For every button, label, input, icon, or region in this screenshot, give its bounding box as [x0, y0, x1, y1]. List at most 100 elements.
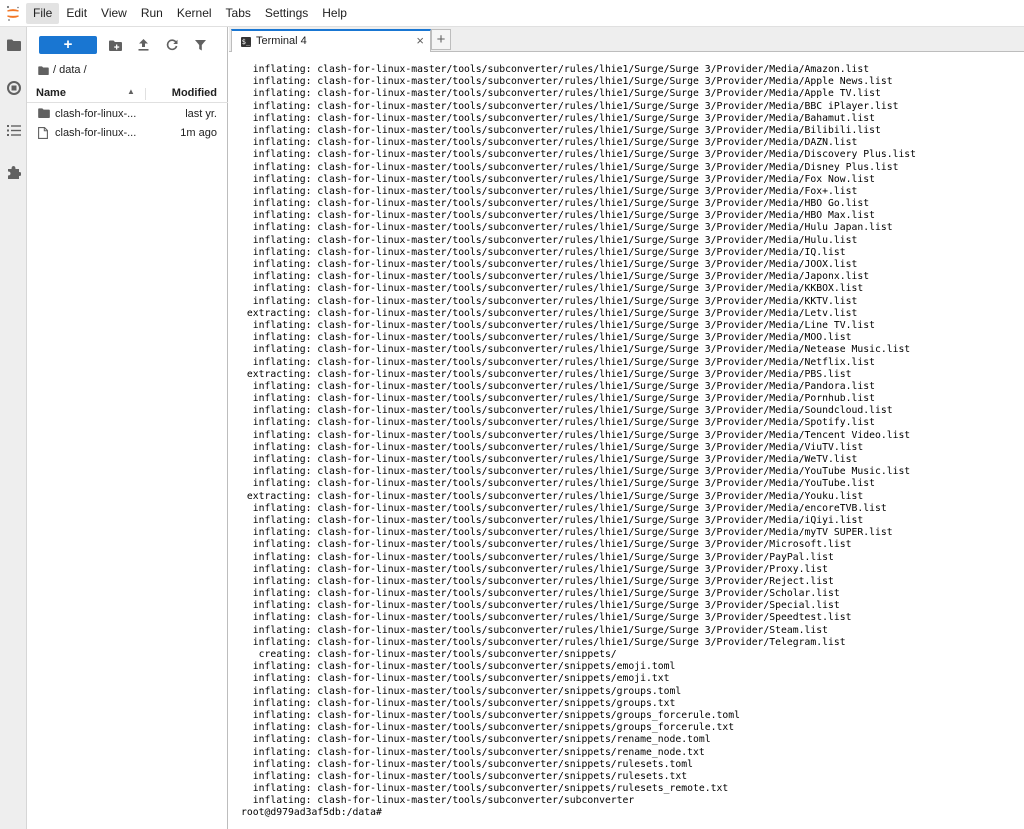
terminal-line: inflating: clash-for-linux-master/tools/…	[241, 636, 846, 648]
terminal-line: inflating: clash-for-linux-master/tools/…	[241, 746, 705, 758]
terminal-line: inflating: clash-for-linux-master/tools/…	[241, 76, 893, 88]
terminal-line: inflating: clash-for-linux-master/tools/…	[241, 393, 875, 405]
folder-icon[interactable]	[0, 29, 27, 61]
terminal-line: inflating: clash-for-linux-master/tools/…	[241, 405, 893, 417]
terminal-line: inflating: clash-for-linux-master/tools/…	[241, 624, 828, 636]
terminal-line: inflating: clash-for-linux-master/tools/…	[241, 600, 840, 612]
terminal-line: inflating: clash-for-linux-master/tools/…	[241, 527, 893, 539]
terminal-line: inflating: clash-for-linux-master/tools/…	[241, 161, 899, 173]
toc-icon[interactable]	[0, 114, 27, 146]
terminal-line: inflating: clash-for-linux-master/tools/…	[241, 697, 676, 709]
terminal-line: inflating: clash-for-linux-master/tools/…	[241, 210, 875, 222]
terminal-line: inflating: clash-for-linux-master/tools/…	[241, 709, 740, 721]
terminal-line: inflating: clash-for-linux-master/tools/…	[241, 64, 870, 75]
terminal-line: inflating: clash-for-linux-master/tools/…	[241, 514, 864, 526]
running-icon[interactable]	[0, 72, 27, 104]
terminal-line: inflating: clash-for-linux-master/tools/…	[241, 344, 911, 356]
terminal-line: inflating: clash-for-linux-master/tools/…	[241, 454, 858, 465]
terminal-line: inflating: clash-for-linux-master/tools/…	[241, 259, 858, 270]
terminal-line: inflating: clash-for-linux-master/tools/…	[241, 234, 858, 246]
terminal-line: inflating: clash-for-linux-master/tools/…	[241, 271, 870, 283]
terminal-line: inflating: clash-for-linux-master/tools/…	[241, 173, 875, 185]
terminal-line: inflating: clash-for-linux-master/tools/…	[241, 539, 852, 551]
breadcrumb: / data /	[38, 63, 87, 77]
jupyter-logo-icon[interactable]	[0, 0, 26, 27]
tab-title: Terminal 4	[256, 35, 307, 47]
terminal-line: inflating: clash-for-linux-master/tools/…	[241, 551, 834, 563]
terminal-line: inflating: clash-for-linux-master/tools/…	[241, 795, 635, 807]
terminal-line: inflating: clash-for-linux-master/tools/…	[241, 124, 881, 136]
terminal-line: extracting: clash-for-linux-master/tools…	[241, 368, 852, 380]
terminal-line: inflating: clash-for-linux-master/tools/…	[241, 283, 864, 295]
sort-ascending-icon: ▲	[127, 87, 135, 96]
terminal-line: creating: clash-for-linux-master/tools/s…	[241, 649, 617, 660]
extension-icon[interactable]	[0, 156, 27, 188]
menu-run[interactable]: Run	[134, 3, 170, 24]
menu-bar: File Edit View Run Kernel Tabs Settings Help	[0, 0, 1024, 27]
list-item[interactable]: clash-for-linux-... last yr.	[27, 105, 228, 124]
terminal-line: inflating: clash-for-linux-master/tools/…	[241, 734, 711, 746]
new-launcher-button[interactable]: +	[39, 36, 97, 54]
terminal-line: inflating: clash-for-linux-master/tools/…	[241, 661, 676, 673]
terminal-line: inflating: clash-for-linux-master/tools/…	[241, 198, 870, 210]
folder-icon[interactable]	[38, 65, 49, 75]
filter-icon[interactable]	[191, 36, 209, 54]
terminal-line: inflating: clash-for-linux-master/tools/…	[241, 612, 852, 624]
item-name: clash-for-linux-...	[55, 127, 137, 139]
terminal-line: inflating: clash-for-linux-master/tools/…	[241, 588, 840, 600]
menu-settings[interactable]: Settings	[258, 3, 315, 24]
terminal-line: inflating: clash-for-linux-master/tools/…	[241, 417, 875, 429]
column-divider[interactable]	[145, 88, 146, 100]
file-icon	[38, 127, 50, 139]
activity-bar	[0, 27, 27, 829]
refresh-icon[interactable]	[163, 36, 181, 54]
terminal-line: inflating: clash-for-linux-master/tools/…	[241, 137, 858, 149]
breadcrumb-path[interactable]: / data /	[53, 64, 87, 76]
terminal-line: inflating: clash-for-linux-master/tools/…	[241, 502, 887, 514]
menu-tabs[interactable]: Tabs	[219, 3, 258, 24]
tab-terminal-4[interactable]: $_ Terminal 4 ×	[231, 29, 431, 53]
terminal-line: inflating: clash-for-linux-master/tools/…	[241, 441, 864, 453]
terminal-line: inflating: clash-for-linux-master/tools/…	[241, 295, 858, 307]
terminal-prompt: root@d979ad3af5db:/data#	[241, 807, 382, 819]
list-item[interactable]: clash-for-linux-... 1m ago	[27, 124, 228, 143]
add-tab-button[interactable]: +	[431, 29, 451, 50]
tab-bar: $_ Terminal 4 × +	[229, 27, 1024, 53]
upload-icon[interactable]	[134, 36, 152, 54]
file-browser-toolbar: +	[27, 35, 228, 59]
terminal-line: inflating: clash-for-linux-master/tools/…	[241, 222, 893, 234]
terminal-line: inflating: clash-for-linux-master/tools/…	[241, 112, 875, 124]
terminal-line: inflating: clash-for-linux-master/tools/…	[241, 332, 852, 344]
file-browser: + / data / Name ▲ Modified clash-for-lin…	[27, 27, 228, 829]
new-folder-icon[interactable]	[106, 36, 124, 54]
terminal-line: inflating: clash-for-linux-master/tools/…	[241, 246, 846, 258]
terminal-line: inflating: clash-for-linux-master/tools/…	[241, 88, 881, 100]
terminal-line: inflating: clash-for-linux-master/tools/…	[241, 575, 834, 587]
terminal-line: inflating: clash-for-linux-master/tools/…	[241, 758, 693, 770]
main-area: $_ Terminal 4 × + inflating: clash-for-l…	[229, 27, 1024, 829]
terminal-line: inflating: clash-for-linux-master/tools/…	[241, 673, 670, 685]
terminal-line: inflating: clash-for-linux-master/tools/…	[241, 466, 911, 478]
item-modified: last yr.	[185, 108, 217, 120]
item-modified: 1m ago	[180, 127, 217, 139]
terminal-line: inflating: clash-for-linux-master/tools/…	[241, 356, 875, 368]
terminal-line: inflating: clash-for-linux-master/tools/…	[241, 100, 899, 112]
name-column-header[interactable]: Name	[36, 87, 66, 99]
menu-edit[interactable]: Edit	[59, 3, 94, 24]
terminal-line: inflating: clash-for-linux-master/tools/…	[241, 478, 875, 490]
terminal-line: inflating: clash-for-linux-master/tools/…	[241, 685, 682, 697]
terminal-output[interactable]: inflating: clash-for-linux-master/tools/…	[229, 52, 1024, 829]
terminal-line: inflating: clash-for-linux-master/tools/…	[241, 783, 729, 795]
modified-column-header[interactable]: Modified	[172, 87, 217, 99]
menu-view[interactable]: View	[94, 3, 134, 24]
terminal-line: inflating: clash-for-linux-master/tools/…	[241, 185, 858, 197]
terminal-line: inflating: clash-for-linux-master/tools/…	[241, 149, 917, 161]
menu-help[interactable]: Help	[315, 3, 354, 24]
menu-file[interactable]: File	[26, 2, 60, 24]
terminal-line: inflating: clash-for-linux-master/tools/…	[241, 563, 828, 575]
listing-header: Name ▲ Modified	[27, 85, 228, 103]
terminal-line: inflating: clash-for-linux-master/tools/…	[241, 429, 911, 441]
terminal-line: inflating: clash-for-linux-master/tools/…	[241, 319, 875, 331]
menu-kernel[interactable]: Kernel	[170, 3, 219, 24]
close-icon[interactable]: ×	[416, 33, 424, 48]
